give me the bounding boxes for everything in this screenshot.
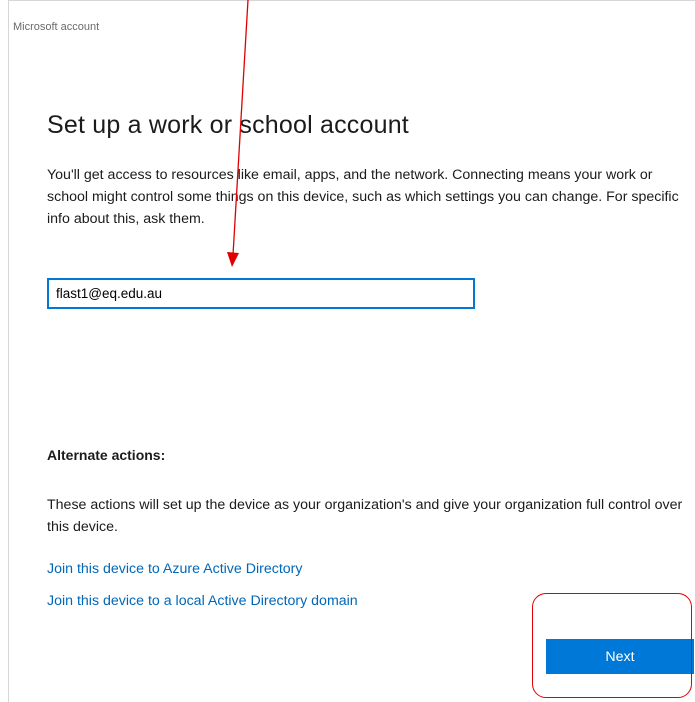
join-azure-ad-link[interactable]: Join this device to Azure Active Directo… (47, 561, 303, 577)
window-title: Microsoft account (13, 21, 100, 33)
description-text: You'll get access to resources like emai… (47, 167, 679, 227)
microsoft-account-dialog: Microsoft account Set up a work or schoo… (8, 0, 695, 702)
next-button[interactable]: Next (546, 639, 694, 674)
page-title: Set up a work or school account (47, 111, 409, 139)
email-field[interactable] (47, 278, 475, 309)
alternate-actions-description: These actions will set up the device as … (47, 497, 683, 535)
alternate-actions-heading: Alternate actions: (47, 447, 166, 463)
join-local-ad-domain-link[interactable]: Join this device to a local Active Direc… (47, 593, 358, 609)
